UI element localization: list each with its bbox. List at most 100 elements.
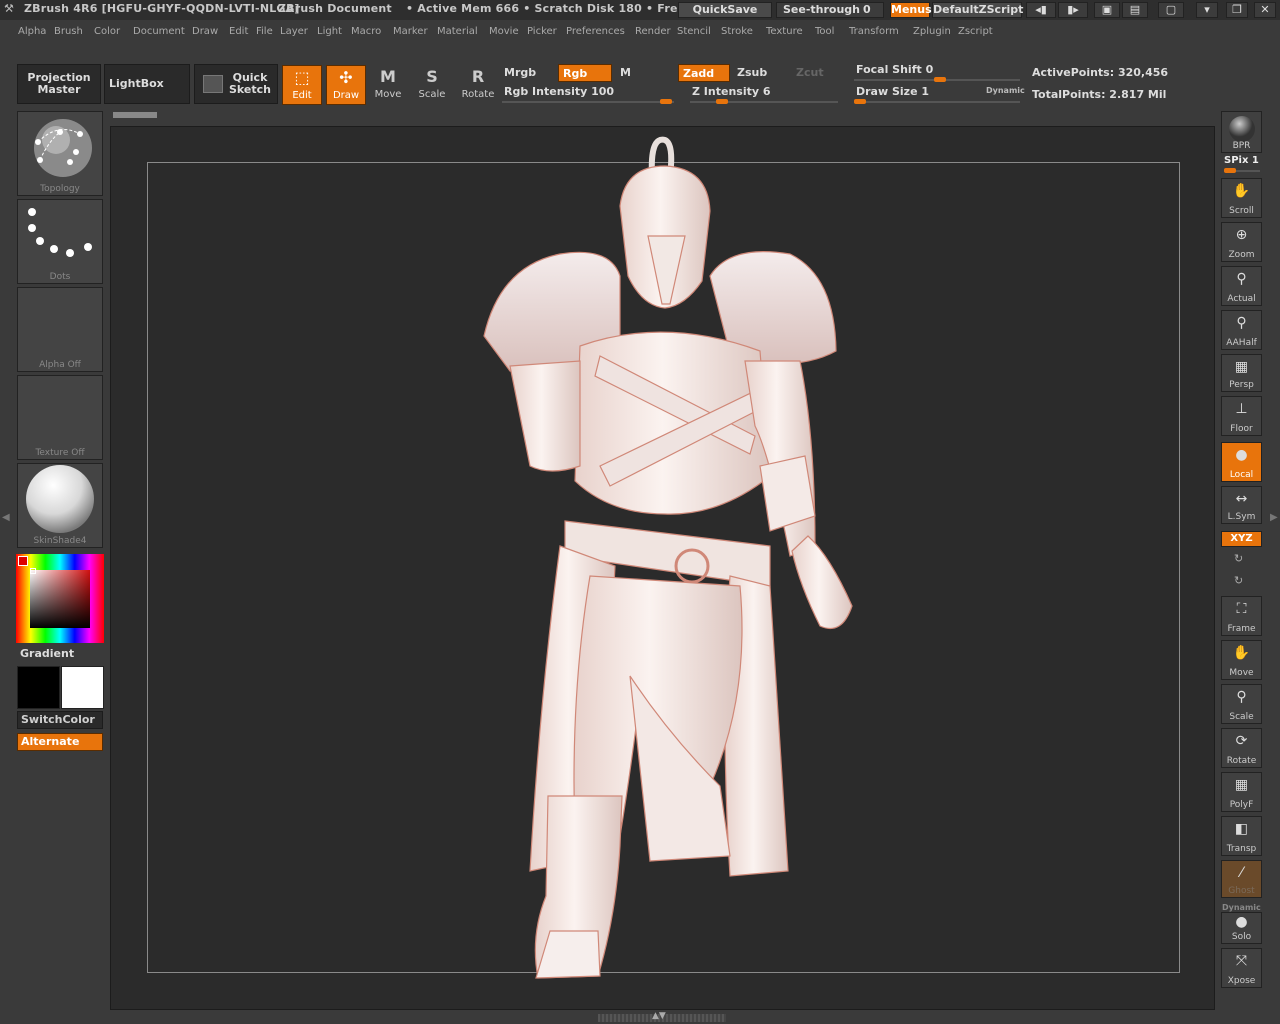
switch-color-button[interactable]: SwitchColor <box>17 711 103 729</box>
persp-button[interactable]: ▦ Persp <box>1221 354 1262 392</box>
actual-button[interactable]: ⚲ Actual <box>1221 266 1262 306</box>
scale-mode-button[interactable]: S Scale <box>412 65 452 105</box>
transp-label: Transp <box>1226 844 1257 854</box>
menu-render[interactable]: Render <box>635 26 671 37</box>
layout-2-icon[interactable]: ▤ <box>1122 2 1148 18</box>
xyz-button[interactable]: XYZ <box>1221 531 1262 547</box>
menu-brush[interactable]: Brush <box>54 26 83 37</box>
quick-sketch-button[interactable]: Quick Sketch <box>194 64 278 104</box>
focal-shift-knob[interactable] <box>934 77 946 82</box>
floor-button[interactable]: ⊥ Floor <box>1221 396 1262 436</box>
menu-macro[interactable]: Macro <box>351 26 381 37</box>
menu-document[interactable]: Document <box>133 26 185 37</box>
move-view-button[interactable]: ✋ Move <box>1221 640 1262 680</box>
secondary-color-swatch[interactable] <box>17 666 60 709</box>
quicksave-button[interactable]: QuickSave <box>678 2 772 18</box>
alpha-thumbnail[interactable]: Alpha Off <box>17 287 103 372</box>
minimize-icon[interactable]: ▾ <box>1196 2 1218 18</box>
color-picker-square[interactable] <box>30 570 90 628</box>
m-button[interactable]: M <box>616 64 674 82</box>
bottom-tray-arrow-icon[interactable]: ▲▼ <box>652 1011 666 1021</box>
alternate-button[interactable]: Alternate <box>17 733 103 751</box>
draw-size-knob[interactable] <box>854 99 866 104</box>
scroll-button[interactable]: ✋ Scroll <box>1221 178 1262 218</box>
ghost-button[interactable]: ⁄ Ghost <box>1221 860 1262 898</box>
bpr-button[interactable]: BPR <box>1221 111 1262 153</box>
projection-master-button[interactable]: Projection Master <box>17 64 101 104</box>
main-color-swatch[interactable] <box>18 556 28 566</box>
menu-draw[interactable]: Draw <box>192 26 218 37</box>
maximize-icon[interactable]: ❐ <box>1226 2 1248 18</box>
aahalf-button[interactable]: ⚲ AAHalf <box>1221 310 1262 350</box>
move-mode-button[interactable]: M Move <box>368 65 408 105</box>
transp-button[interactable]: ◧ Transp <box>1221 816 1262 856</box>
menu-layer[interactable]: Layer <box>280 26 308 37</box>
menu-texture[interactable]: Texture <box>766 26 803 37</box>
lsym-button[interactable]: ↔ L.Sym <box>1221 486 1262 524</box>
zoom-button[interactable]: ⊕ Zoom <box>1221 222 1262 262</box>
menu-movie[interactable]: Movie <box>489 26 519 37</box>
layout-1-icon[interactable]: ▣ <box>1094 2 1120 18</box>
dots-stroke-icon <box>28 208 92 257</box>
xpose-button[interactable]: ⤧ Xpose <box>1221 948 1262 988</box>
see-through-slider[interactable]: See-through 0 <box>776 2 884 18</box>
solo-button[interactable]: ● Solo <box>1221 912 1262 944</box>
local-button[interactable]: ● Local <box>1221 442 1262 482</box>
menu-marker[interactable]: Marker <box>393 26 428 37</box>
z-intensity-knob[interactable] <box>716 99 728 104</box>
gradient-label[interactable]: Gradient <box>20 647 74 660</box>
rotate-z-axis-icon[interactable]: ↻ <box>1234 574 1243 587</box>
menu-stencil[interactable]: Stencil <box>677 26 711 37</box>
menu-edit[interactable]: Edit <box>229 26 248 37</box>
rotate-mode-button[interactable]: R Rotate <box>458 65 498 105</box>
mrgb-button[interactable]: Mrgb <box>500 64 556 82</box>
menu-zscript[interactable]: Zscript <box>958 26 993 37</box>
frame-button[interactable]: ⛶ Frame <box>1221 596 1262 636</box>
close-icon[interactable]: ✕ <box>1254 2 1276 18</box>
primary-color-swatch[interactable] <box>61 666 104 709</box>
texture-thumbnail[interactable]: Texture Off <box>17 375 103 460</box>
right-tray-arrow-icon[interactable]: ▶ <box>1270 512 1278 523</box>
menu-zplugin[interactable]: Zplugin <box>913 26 951 37</box>
menus-toggle[interactable]: Menus <box>890 2 932 18</box>
z-intensity-slider[interactable]: Z Intensity 6 <box>688 83 838 101</box>
scroll-right-icon[interactable]: ▮▸ <box>1058 2 1088 18</box>
menu-preferences[interactable]: Preferences <box>566 26 625 37</box>
menu-file[interactable]: File <box>256 26 273 37</box>
menu-transform[interactable]: Transform <box>849 26 899 37</box>
rgb-intensity-knob[interactable] <box>660 99 672 104</box>
menu-stroke[interactable]: Stroke <box>721 26 753 37</box>
menu-light[interactable]: Light <box>317 26 342 37</box>
edit-mode-button[interactable]: ⬚ Edit <box>282 65 322 105</box>
rotate-y-axis-icon[interactable]: ↻ <box>1234 552 1243 565</box>
polyf-button[interactable]: ▦ PolyF <box>1221 772 1262 812</box>
menu-picker[interactable]: Picker <box>527 26 557 37</box>
lightbox-button[interactable]: LightBox <box>104 64 190 104</box>
material-thumbnail[interactable]: SkinShade4 <box>17 463 103 548</box>
scale-view-button[interactable]: ⚲ Scale <box>1221 684 1262 724</box>
brush-thumbnail[interactable]: Topology <box>17 111 103 196</box>
scroll-left-icon[interactable]: ◂▮ <box>1026 2 1056 18</box>
spix-slider[interactable]: SPix 1 <box>1224 155 1259 166</box>
menu-material[interactable]: Material <box>437 26 478 37</box>
tray-handle[interactable] <box>113 112 157 118</box>
polyframe-grid-icon: ▦ <box>1234 777 1249 793</box>
menu-color[interactable]: Color <box>94 26 120 37</box>
draw-mode-button[interactable]: ✣ Draw <box>326 65 366 105</box>
zadd-button[interactable]: Zadd <box>678 64 730 82</box>
left-tray-arrow-icon[interactable]: ◀ <box>2 512 10 523</box>
dynamic-toggle[interactable]: Dynamic <box>986 86 1025 95</box>
zcut-button[interactable]: Zcut <box>792 64 838 82</box>
menu-tool[interactable]: Tool <box>815 26 834 37</box>
rgb-intensity-slider[interactable]: Rgb Intensity 100 <box>500 83 676 101</box>
menu-alpha[interactable]: Alpha <box>18 26 46 37</box>
spix-knob[interactable] <box>1224 168 1236 173</box>
zsub-button[interactable]: Zsub <box>733 64 789 82</box>
lock-icon[interactable]: ▢ <box>1158 2 1184 18</box>
rgb-button[interactable]: Rgb <box>558 64 612 82</box>
rotate-view-button[interactable]: ⟳ Rotate <box>1221 728 1262 768</box>
draw-size-slider[interactable]: Draw Size 1 <box>852 83 972 101</box>
default-zscript-button[interactable]: DefaultZScript <box>932 2 1023 18</box>
knight-model[interactable] <box>470 136 870 986</box>
stroke-thumbnail[interactable]: Dots <box>17 199 103 284</box>
